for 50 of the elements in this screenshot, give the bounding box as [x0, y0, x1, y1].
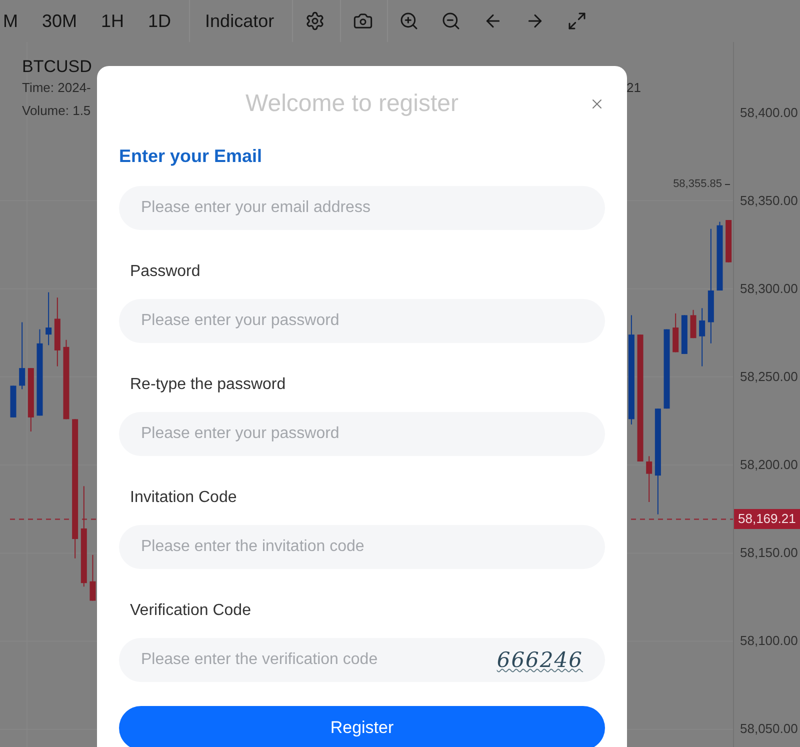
captcha-code[interactable]: 666246	[496, 646, 583, 674]
time-readout: Time: 2024-	[22, 79, 91, 97]
indicator-button[interactable]: Indicator	[190, 0, 292, 42]
zoom-in-icon[interactable]	[399, 11, 420, 31]
field-label: Re-type the password	[129, 375, 287, 395]
candle	[28, 368, 34, 432]
symbol-title: BTCUSD	[22, 56, 92, 78]
candle	[690, 309, 696, 339]
field-label: Invitation Code	[129, 488, 238, 508]
candle	[646, 456, 652, 503]
invitation-code-field[interactable]: Please enter the invitation code	[119, 525, 605, 569]
expand-icon[interactable]	[567, 11, 588, 31]
settings-icon[interactable]	[305, 11, 326, 31]
price-label: 58,400.00	[739, 104, 798, 120]
camera-icon[interactable]	[353, 11, 374, 31]
price-label: 58,100.00	[739, 633, 798, 650]
price-label: 58,050.00	[739, 721, 798, 738]
price-label: 58,200.00	[739, 457, 798, 473]
section-heading: Enter your Email	[119, 145, 264, 168]
field-label: Verification Code	[129, 601, 252, 621]
high-price-label: 58,355.85	[673, 177, 722, 191]
candle	[681, 314, 688, 354]
candle	[726, 220, 732, 263]
price-label: 58,350.00	[739, 192, 798, 209]
interval-button[interactable]: 30M	[30, 0, 90, 42]
field-label: Password	[129, 262, 202, 282]
candle	[19, 322, 26, 390]
dialog-title: Welcome to register	[246, 89, 458, 119]
candle	[716, 221, 723, 291]
interval-button[interactable]: 1D	[136, 0, 184, 42]
email-field[interactable]: Please enter your email address	[119, 186, 605, 230]
current-price-badge: 58,169.21	[734, 509, 800, 530]
candle	[46, 292, 52, 346]
volume-readout: Volume: 1.5	[22, 102, 91, 120]
password-field[interactable]: Please enter your password	[119, 412, 605, 456]
candle	[54, 297, 60, 367]
zoom-out-icon[interactable]	[441, 11, 462, 31]
time-readout: 21	[626, 79, 641, 97]
candle	[10, 385, 16, 418]
password-field[interactable]: Please enter your password	[119, 299, 605, 343]
interval-button[interactable]: M	[0, 0, 30, 42]
register-button[interactable]: Register	[119, 706, 605, 747]
candle	[699, 308, 706, 367]
price-label: 58,150.00	[739, 545, 798, 562]
verification-code-field[interactable]: Please enter the verification code 666246	[119, 638, 605, 682]
price-label: 58,300.00	[739, 280, 798, 297]
interval-button[interactable]: 1H	[89, 0, 136, 42]
candle	[90, 554, 96, 602]
price-label: 58,250.00	[739, 368, 798, 385]
candle	[672, 312, 679, 353]
